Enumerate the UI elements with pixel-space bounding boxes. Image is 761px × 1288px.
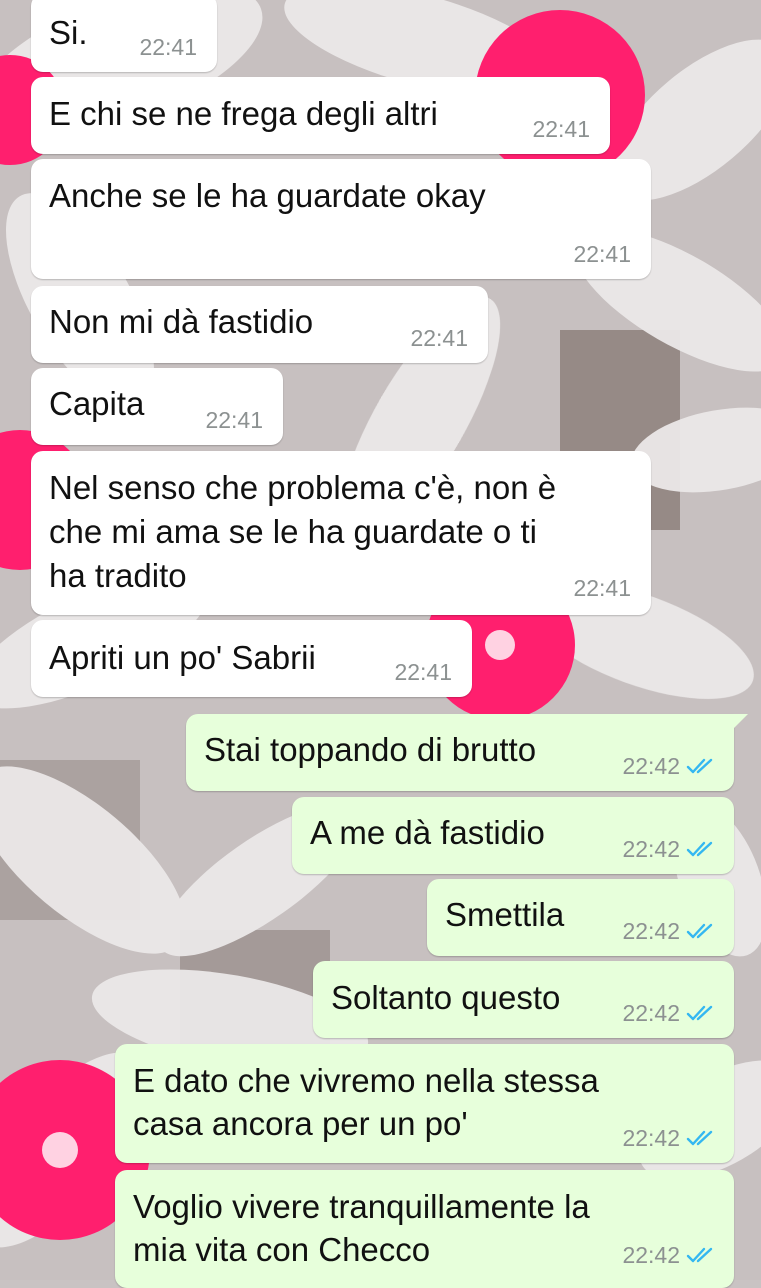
- message-text: Capita: [49, 385, 145, 422]
- message-timestamp: 22:42: [622, 1125, 680, 1151]
- message-text: A me dà fastidio: [310, 814, 545, 851]
- message-text: Apriti un po' Sabrii: [49, 639, 316, 676]
- outgoing-message[interactable]: Stai toppando di brutto 22:42: [186, 714, 748, 791]
- message-timestamp: 22:42: [622, 836, 680, 862]
- message-timestamp: 22:42: [622, 1242, 680, 1268]
- message-text: E chi se ne frega degli altri: [49, 95, 438, 132]
- outgoing-message[interactable]: Soltanto questo 22:42: [313, 961, 734, 1038]
- double-check-read-icon: [686, 922, 714, 940]
- message-meta: 22:42: [622, 918, 714, 944]
- message-timestamp: 22:41: [139, 34, 197, 60]
- incoming-message[interactable]: Si. 22:41: [31, 0, 217, 72]
- incoming-message[interactable]: Anche se le ha guardate okay 22:41: [31, 159, 651, 279]
- message-text: Soltanto questo: [331, 979, 561, 1016]
- message-text: Voglio vivere tranquillamente la mia vit…: [133, 1188, 590, 1268]
- message-timestamp: 22:42: [622, 1000, 680, 1026]
- message-timestamp: 22:41: [532, 116, 590, 142]
- message-text: Non mi dà fastidio: [49, 303, 314, 340]
- message-timestamp: 22:41: [410, 325, 468, 351]
- message-timestamp: 22:41: [394, 659, 452, 685]
- message-text: Smettila: [445, 896, 565, 933]
- message-list[interactable]: Si. 22:41 E chi se ne frega degli altri …: [0, 0, 761, 1288]
- message-text: Nel senso che problema c'è, non è che mi…: [49, 469, 557, 594]
- message-meta: 22:42: [622, 753, 714, 779]
- message-timestamp: 22:42: [622, 918, 680, 944]
- outgoing-message[interactable]: Voglio vivere tranquillamente la mia vit…: [115, 1170, 734, 1288]
- outgoing-message[interactable]: E dato che vivremo nella stessa casa anc…: [115, 1044, 734, 1163]
- double-check-read-icon: [686, 1246, 714, 1264]
- incoming-message[interactable]: Non mi dà fastidio 22:41: [31, 286, 488, 363]
- message-meta: 22:42: [622, 836, 714, 862]
- message-timestamp: 22:41: [573, 575, 631, 601]
- message-timestamp: 22:42: [622, 753, 680, 779]
- message-timestamp: 22:41: [573, 241, 631, 267]
- message-text: Anche se le ha guardate okay: [49, 177, 486, 214]
- incoming-message[interactable]: E chi se ne frega degli altri 22:41: [31, 77, 610, 154]
- outgoing-message[interactable]: Smettila 22:42: [427, 879, 734, 956]
- message-meta: 22:42: [622, 1000, 714, 1026]
- message-timestamp: 22:41: [205, 407, 263, 433]
- double-check-read-icon: [686, 1129, 714, 1147]
- message-meta: 22:42: [622, 1125, 714, 1151]
- message-meta: 22:42: [622, 1242, 714, 1268]
- message-text: Stai toppando di brutto: [204, 731, 537, 768]
- incoming-message[interactable]: Capita 22:41: [31, 368, 283, 445]
- outgoing-message[interactable]: A me dà fastidio 22:42: [292, 797, 734, 874]
- incoming-message[interactable]: Apriti un po' Sabrii 22:41: [31, 620, 472, 697]
- message-text: E dato che vivremo nella stessa casa anc…: [133, 1062, 599, 1142]
- double-check-read-icon: [686, 757, 714, 775]
- incoming-message[interactable]: Nel senso che problema c'è, non è che mi…: [31, 451, 651, 615]
- double-check-read-icon: [686, 1004, 714, 1022]
- message-text: Si.: [49, 14, 88, 51]
- double-check-read-icon: [686, 840, 714, 858]
